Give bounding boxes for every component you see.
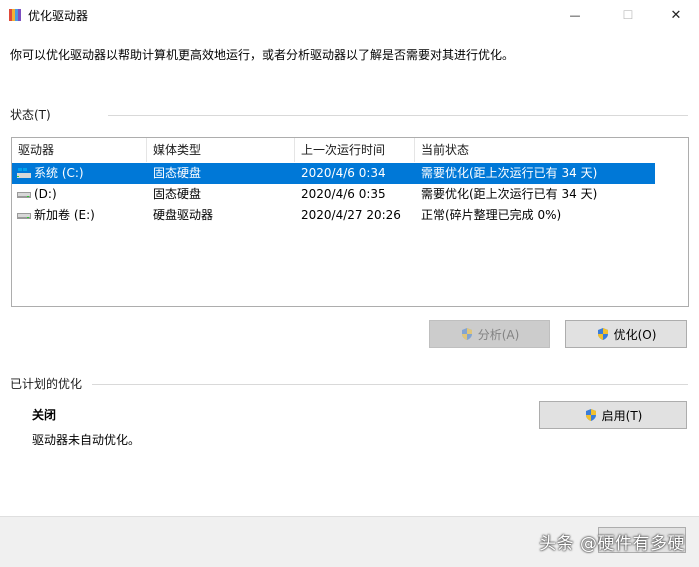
column-header-last-run[interactable]: 上一次运行时间 [295, 138, 415, 162]
title-bar: 优化驱动器 — ☐ ✕ [0, 0, 699, 30]
optimize-button[interactable]: 优化(O) [565, 320, 687, 348]
current-status: 需要优化(距上次运行已有 34 天) [421, 166, 598, 180]
media-type: 固态硬盘 [153, 166, 202, 180]
table-row[interactable]: 新加卷 (E:) 硬盘驱动器 2020/4/27 20:26 正常(碎片整理已完… [12, 205, 655, 226]
uac-shield-icon [597, 328, 608, 340]
optimize-drives-app-icon [9, 9, 21, 21]
current-status: 正常(碎片整理已完成 0%) [421, 208, 562, 222]
enable-button-label: 启用(T) [601, 408, 643, 423]
maximize-icon: ☐ [622, 8, 634, 22]
analyze-button-label: 分析(A) [477, 327, 520, 342]
drive-icon [17, 192, 31, 198]
media-type: 硬盘驱动器 [153, 208, 214, 222]
last-run-time: 2020/4/6 0:34 [301, 166, 386, 180]
watermark: 头条 @硬件有多硬 [539, 534, 685, 554]
windows-drive-icon [17, 168, 31, 178]
last-run-time: 2020/4/6 0:35 [301, 187, 386, 201]
intro-text: 你可以优化驱动器以帮助计算机更高效地运行，或者分析驱动器以了解是否需要对其进行优… [10, 48, 515, 62]
column-header-media-type[interactable]: 媒体类型 [147, 138, 295, 162]
status-separator [108, 115, 688, 116]
media-type: 固态硬盘 [153, 187, 202, 201]
status-section-label: 状态(T) [10, 108, 51, 122]
uac-shield-icon [585, 409, 596, 421]
drive-name: 新加卷 (E:) [34, 208, 95, 222]
drive-name: 系统 (C:) [34, 166, 84, 180]
column-header-current-status[interactable]: 当前状态 [415, 138, 688, 162]
maximize-button[interactable]: ☐ [605, 0, 651, 30]
minimize-button[interactable]: — [552, 0, 598, 30]
scheduled-separator [92, 384, 688, 385]
drive-name: (D:) [34, 187, 57, 201]
uac-shield-icon [461, 328, 472, 340]
scheduled-section-label: 已计划的优化 [10, 377, 83, 391]
analyze-button[interactable]: 分析(A) [429, 320, 550, 348]
drive-icon [17, 213, 31, 219]
schedule-description: 驱动器未自动优化。 [32, 433, 141, 447]
enable-schedule-button[interactable]: 启用(T) [539, 401, 687, 429]
close-button[interactable]: ✕ [653, 0, 699, 30]
current-status: 需要优化(距上次运行已有 34 天) [421, 187, 598, 201]
schedule-state: 关闭 [32, 408, 57, 422]
minimize-icon: — [569, 8, 581, 22]
window-title: 优化驱动器 [28, 9, 89, 23]
close-icon: ✕ [670, 7, 682, 23]
last-run-time: 2020/4/27 20:26 [301, 208, 401, 222]
drive-list[interactable]: 驱动器 媒体类型 上一次运行时间 当前状态 系统 (C:) 固态硬盘 2020/… [11, 137, 689, 307]
optimize-button-label: 优化(O) [613, 327, 657, 342]
table-row[interactable]: (D:) 固态硬盘 2020/4/6 0:35 需要优化(距上次运行已有 34 … [12, 184, 655, 205]
column-header-drive[interactable]: 驱动器 [12, 138, 147, 162]
table-row[interactable]: 系统 (C:) 固态硬盘 2020/4/6 0:34 需要优化(距上次运行已有 … [12, 163, 655, 184]
